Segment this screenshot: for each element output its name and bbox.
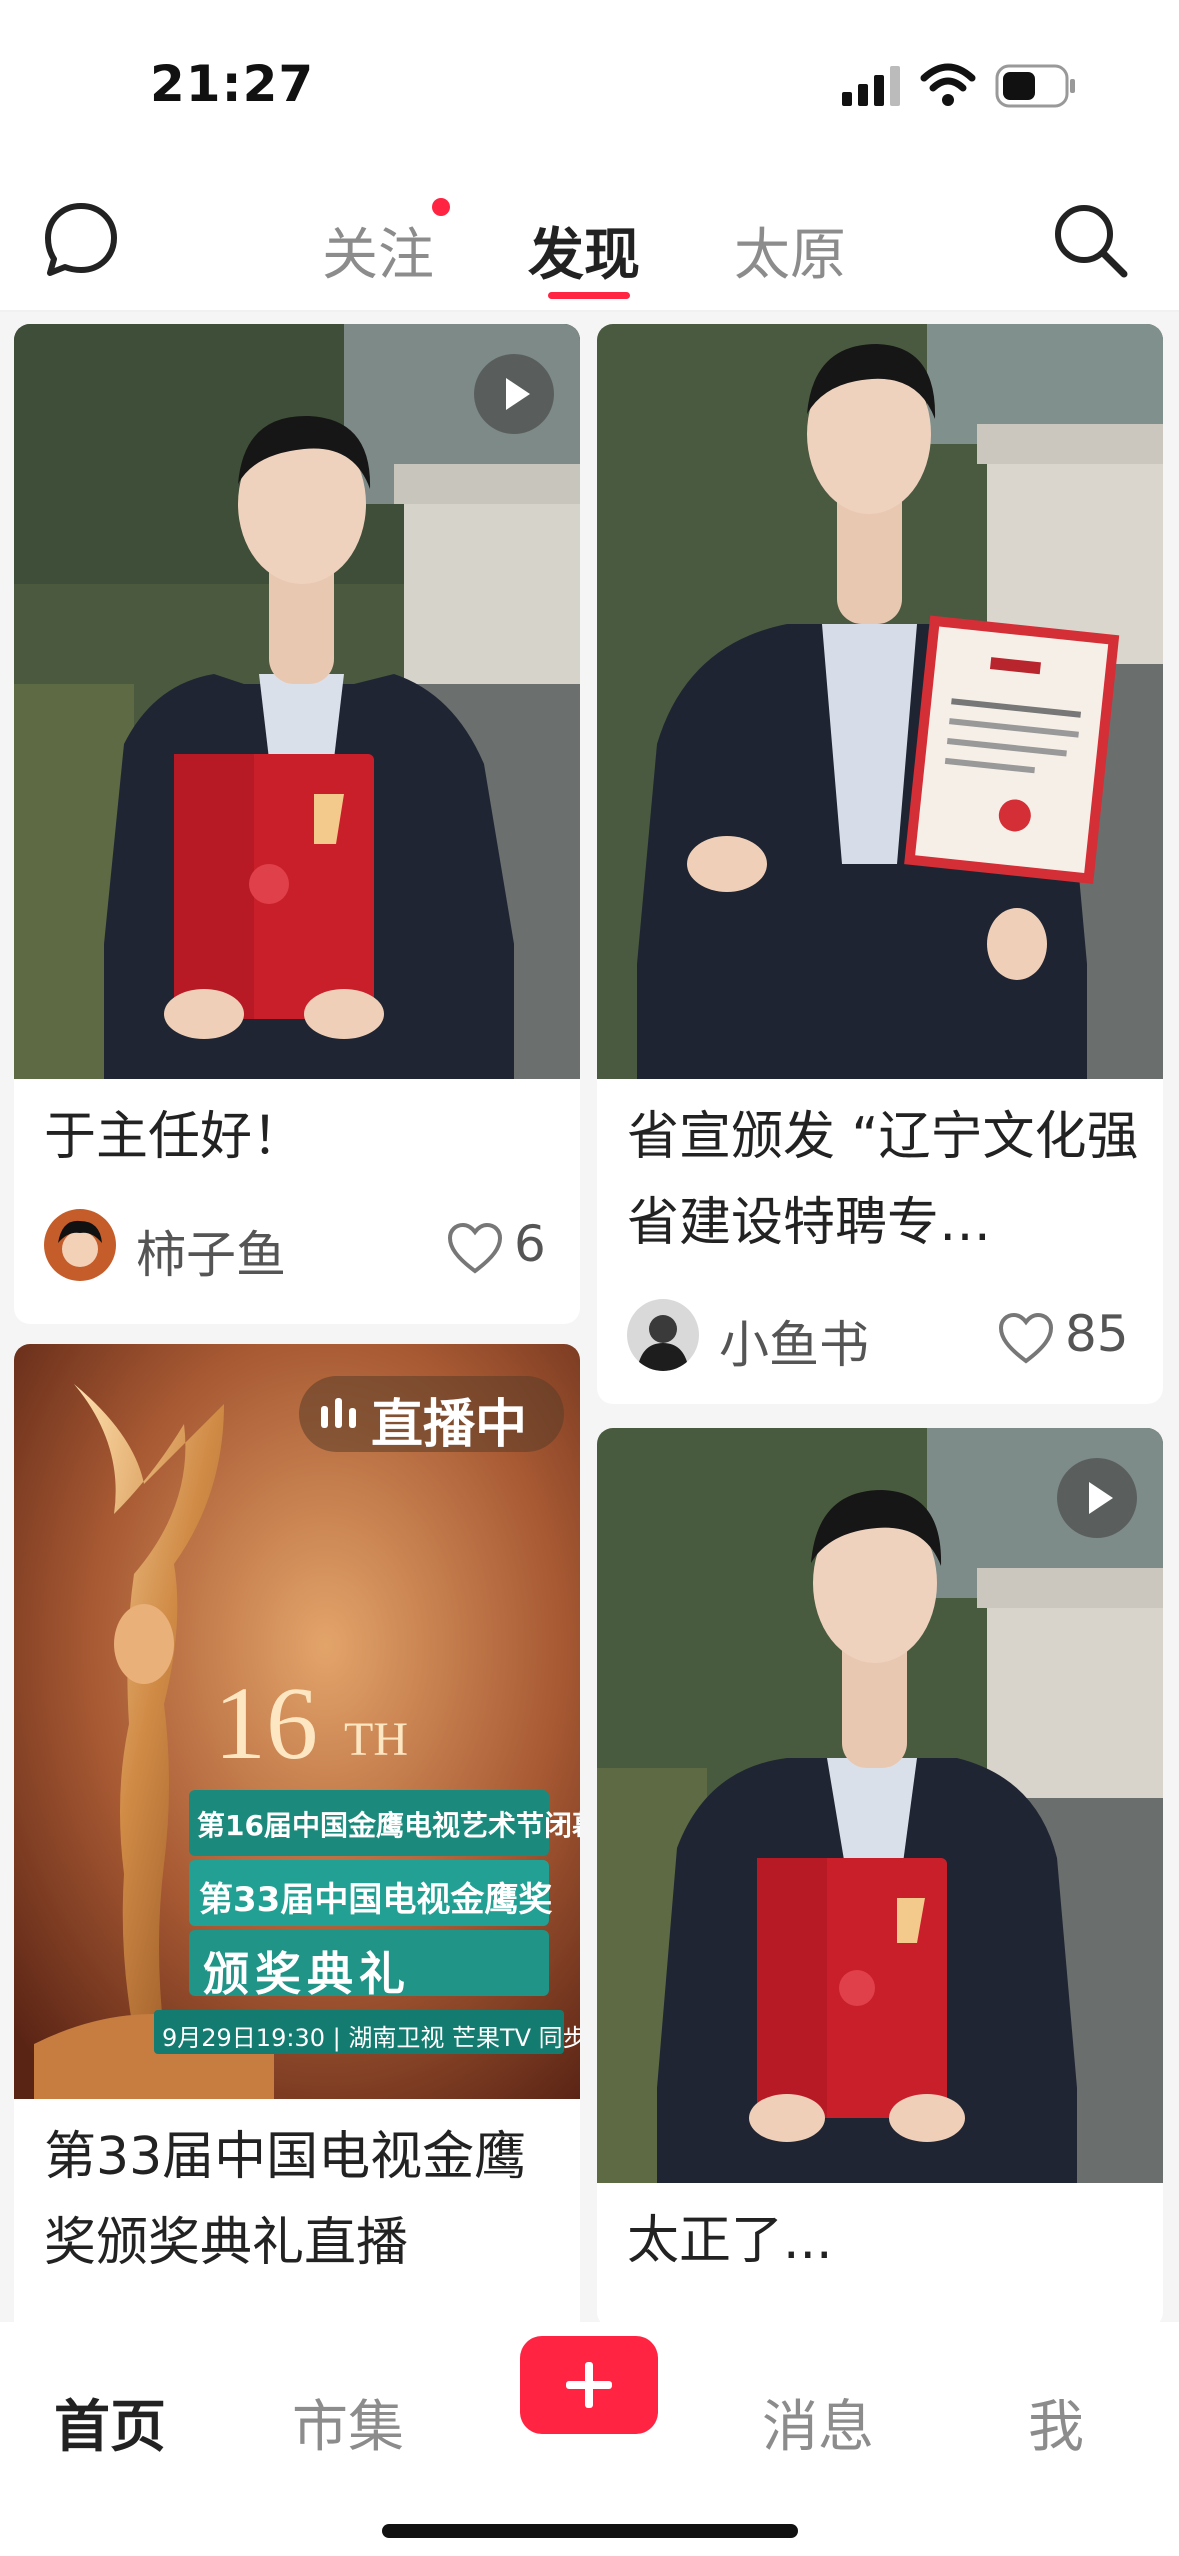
like-button[interactable]: 85 <box>997 1299 1147 1379</box>
feed: 于主任好！ 柿子鱼 6 省宣颁发 “辽宁文化强省建设特聘专… 小鱼书 85 16… <box>0 312 1179 2322</box>
live-bars-icon <box>321 1398 356 1428</box>
live-poster: 16 TH 第16届中国金鹰电视艺术节闭幕式 第33届中国电视金鹰奖 颁奖典礼 … <box>14 1344 580 2099</box>
wifi-icon <box>920 63 976 106</box>
card-photo <box>14 324 580 1079</box>
home-indicator <box>382 2524 798 2538</box>
feed-card[interactable]: 于主任好！ 柿子鱼 6 <box>14 324 580 1324</box>
video-play-button[interactable] <box>474 354 554 434</box>
play-icon <box>1089 1482 1113 1514</box>
poster-line3: 颁奖典礼 <box>189 1930 549 2001</box>
plus-icon <box>566 2362 612 2408</box>
feed-card-live[interactable]: 16 TH 第16届中国金鹰电视艺术节闭幕式 第33届中国电视金鹰奖 颁奖典礼 … <box>14 1344 580 2322</box>
like-count: 6 <box>514 1215 546 1273</box>
heart-icon <box>998 1312 1054 1364</box>
nav-home[interactable]: 首页 <box>54 2382 166 2463</box>
like-button[interactable]: 6 <box>446 1209 566 1289</box>
card-author[interactable]: 柿子鱼 <box>44 1209 344 1289</box>
author-name: 小鱼书 <box>719 1316 869 1374</box>
poster-line1: 第16届中国金鹰电视艺术节闭幕式 <box>189 1790 580 1856</box>
poster-number: 16 TH <box>214 1666 408 1781</box>
card-title: 第33届中国电视金鹰奖颁奖典礼直播 <box>44 2127 527 2273</box>
video-play-button[interactable] <box>1057 1458 1137 1538</box>
heart-icon <box>447 1222 503 1274</box>
card-photo <box>597 1428 1163 2183</box>
card-author[interactable]: 小鱼书 <box>627 1299 927 1379</box>
avatar <box>44 1209 116 1281</box>
nav-messages[interactable]: 消息 <box>762 2382 874 2463</box>
add-post-button[interactable] <box>520 2336 658 2434</box>
author-name: 柿子鱼 <box>136 1226 286 1284</box>
card-title: 太正了... <box>627 2211 833 2271</box>
search-icon[interactable] <box>1050 200 1130 280</box>
avatar <box>627 1299 699 1371</box>
live-label: 直播中 <box>371 1395 528 1455</box>
chat-bubble-icon[interactable] <box>42 200 120 280</box>
tab-taiyuan[interactable]: 太原 <box>734 210 846 291</box>
live-badge: 直播中 <box>299 1376 564 1455</box>
active-tab-indicator <box>548 292 630 299</box>
tab-discover[interactable]: 发现 <box>528 210 640 291</box>
tab-follow[interactable]: 关注 <box>322 210 434 291</box>
battery-icon <box>995 64 1075 108</box>
signal-icon <box>842 66 900 106</box>
poster-line4: 9月29日19:30 | 湖南卫视 芒果TV 同步直播 <box>154 2010 580 2054</box>
play-icon <box>506 378 530 410</box>
feed-card[interactable]: 省宣颁发 “辽宁文化强省建设特聘专… 小鱼书 85 <box>597 324 1163 1404</box>
nav-market[interactable]: 市集 <box>292 2382 404 2463</box>
card-title: 于主任好！ <box>44 1107 305 1167</box>
feed-card[interactable]: 太正了... <box>597 1428 1163 2322</box>
nav-me[interactable]: 我 <box>1028 2382 1084 2463</box>
status-time: 21:27 <box>150 55 315 113</box>
card-photo <box>597 324 1163 1079</box>
poster-line2: 第33届中国电视金鹰奖 <box>189 1860 552 1926</box>
notification-dot <box>432 198 450 216</box>
card-title: 省宣颁发 “辽宁文化强省建设特聘专… <box>627 1107 1139 1253</box>
status-bar: 21:27 <box>0 0 1179 170</box>
like-count: 85 <box>1065 1305 1129 1363</box>
